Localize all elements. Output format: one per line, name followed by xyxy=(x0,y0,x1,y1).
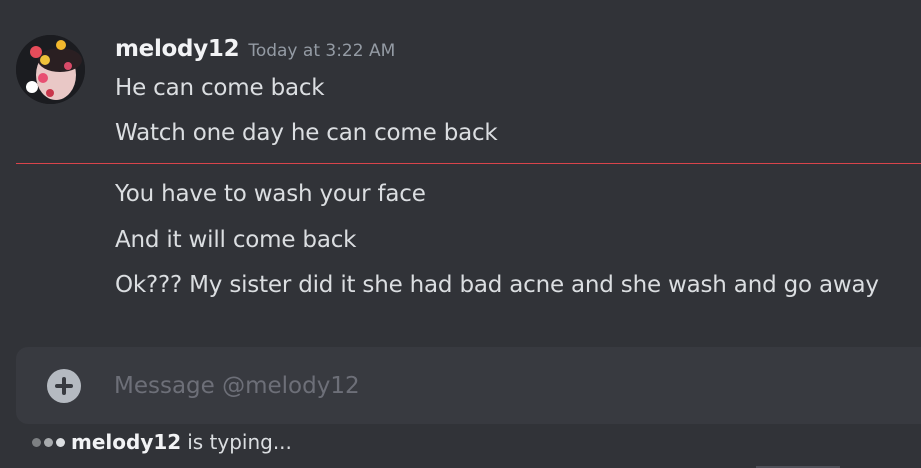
message-text: Watch one day he can come back xyxy=(115,120,498,146)
message-text: He can come back xyxy=(115,75,325,101)
user-avatar[interactable] xyxy=(16,35,85,104)
typing-dots-icon xyxy=(32,437,65,447)
plus-circle-icon[interactable] xyxy=(47,369,81,403)
typing-indicator: melody12 is typing... xyxy=(32,430,292,454)
author-username[interactable]: melody12 xyxy=(115,36,240,62)
message-composer xyxy=(16,347,921,424)
avatar-image xyxy=(16,35,85,104)
typing-status-text: is typing... xyxy=(187,430,292,454)
message-text: You have to wash your face xyxy=(115,181,426,207)
message-text: And it will come back xyxy=(115,227,357,253)
typing-dot xyxy=(56,437,65,447)
typing-dot xyxy=(32,437,41,447)
message-input[interactable] xyxy=(114,367,894,405)
new-messages-divider xyxy=(16,163,921,164)
message-text: Ok??? My sister did it she had bad acne … xyxy=(115,272,879,298)
message-header: melody12 Today at 3:22 AM xyxy=(115,36,395,62)
typing-username: melody12 xyxy=(71,430,182,454)
message-timestamp[interactable]: Today at 3:22 AM xyxy=(248,41,395,61)
typing-dot xyxy=(44,437,53,447)
